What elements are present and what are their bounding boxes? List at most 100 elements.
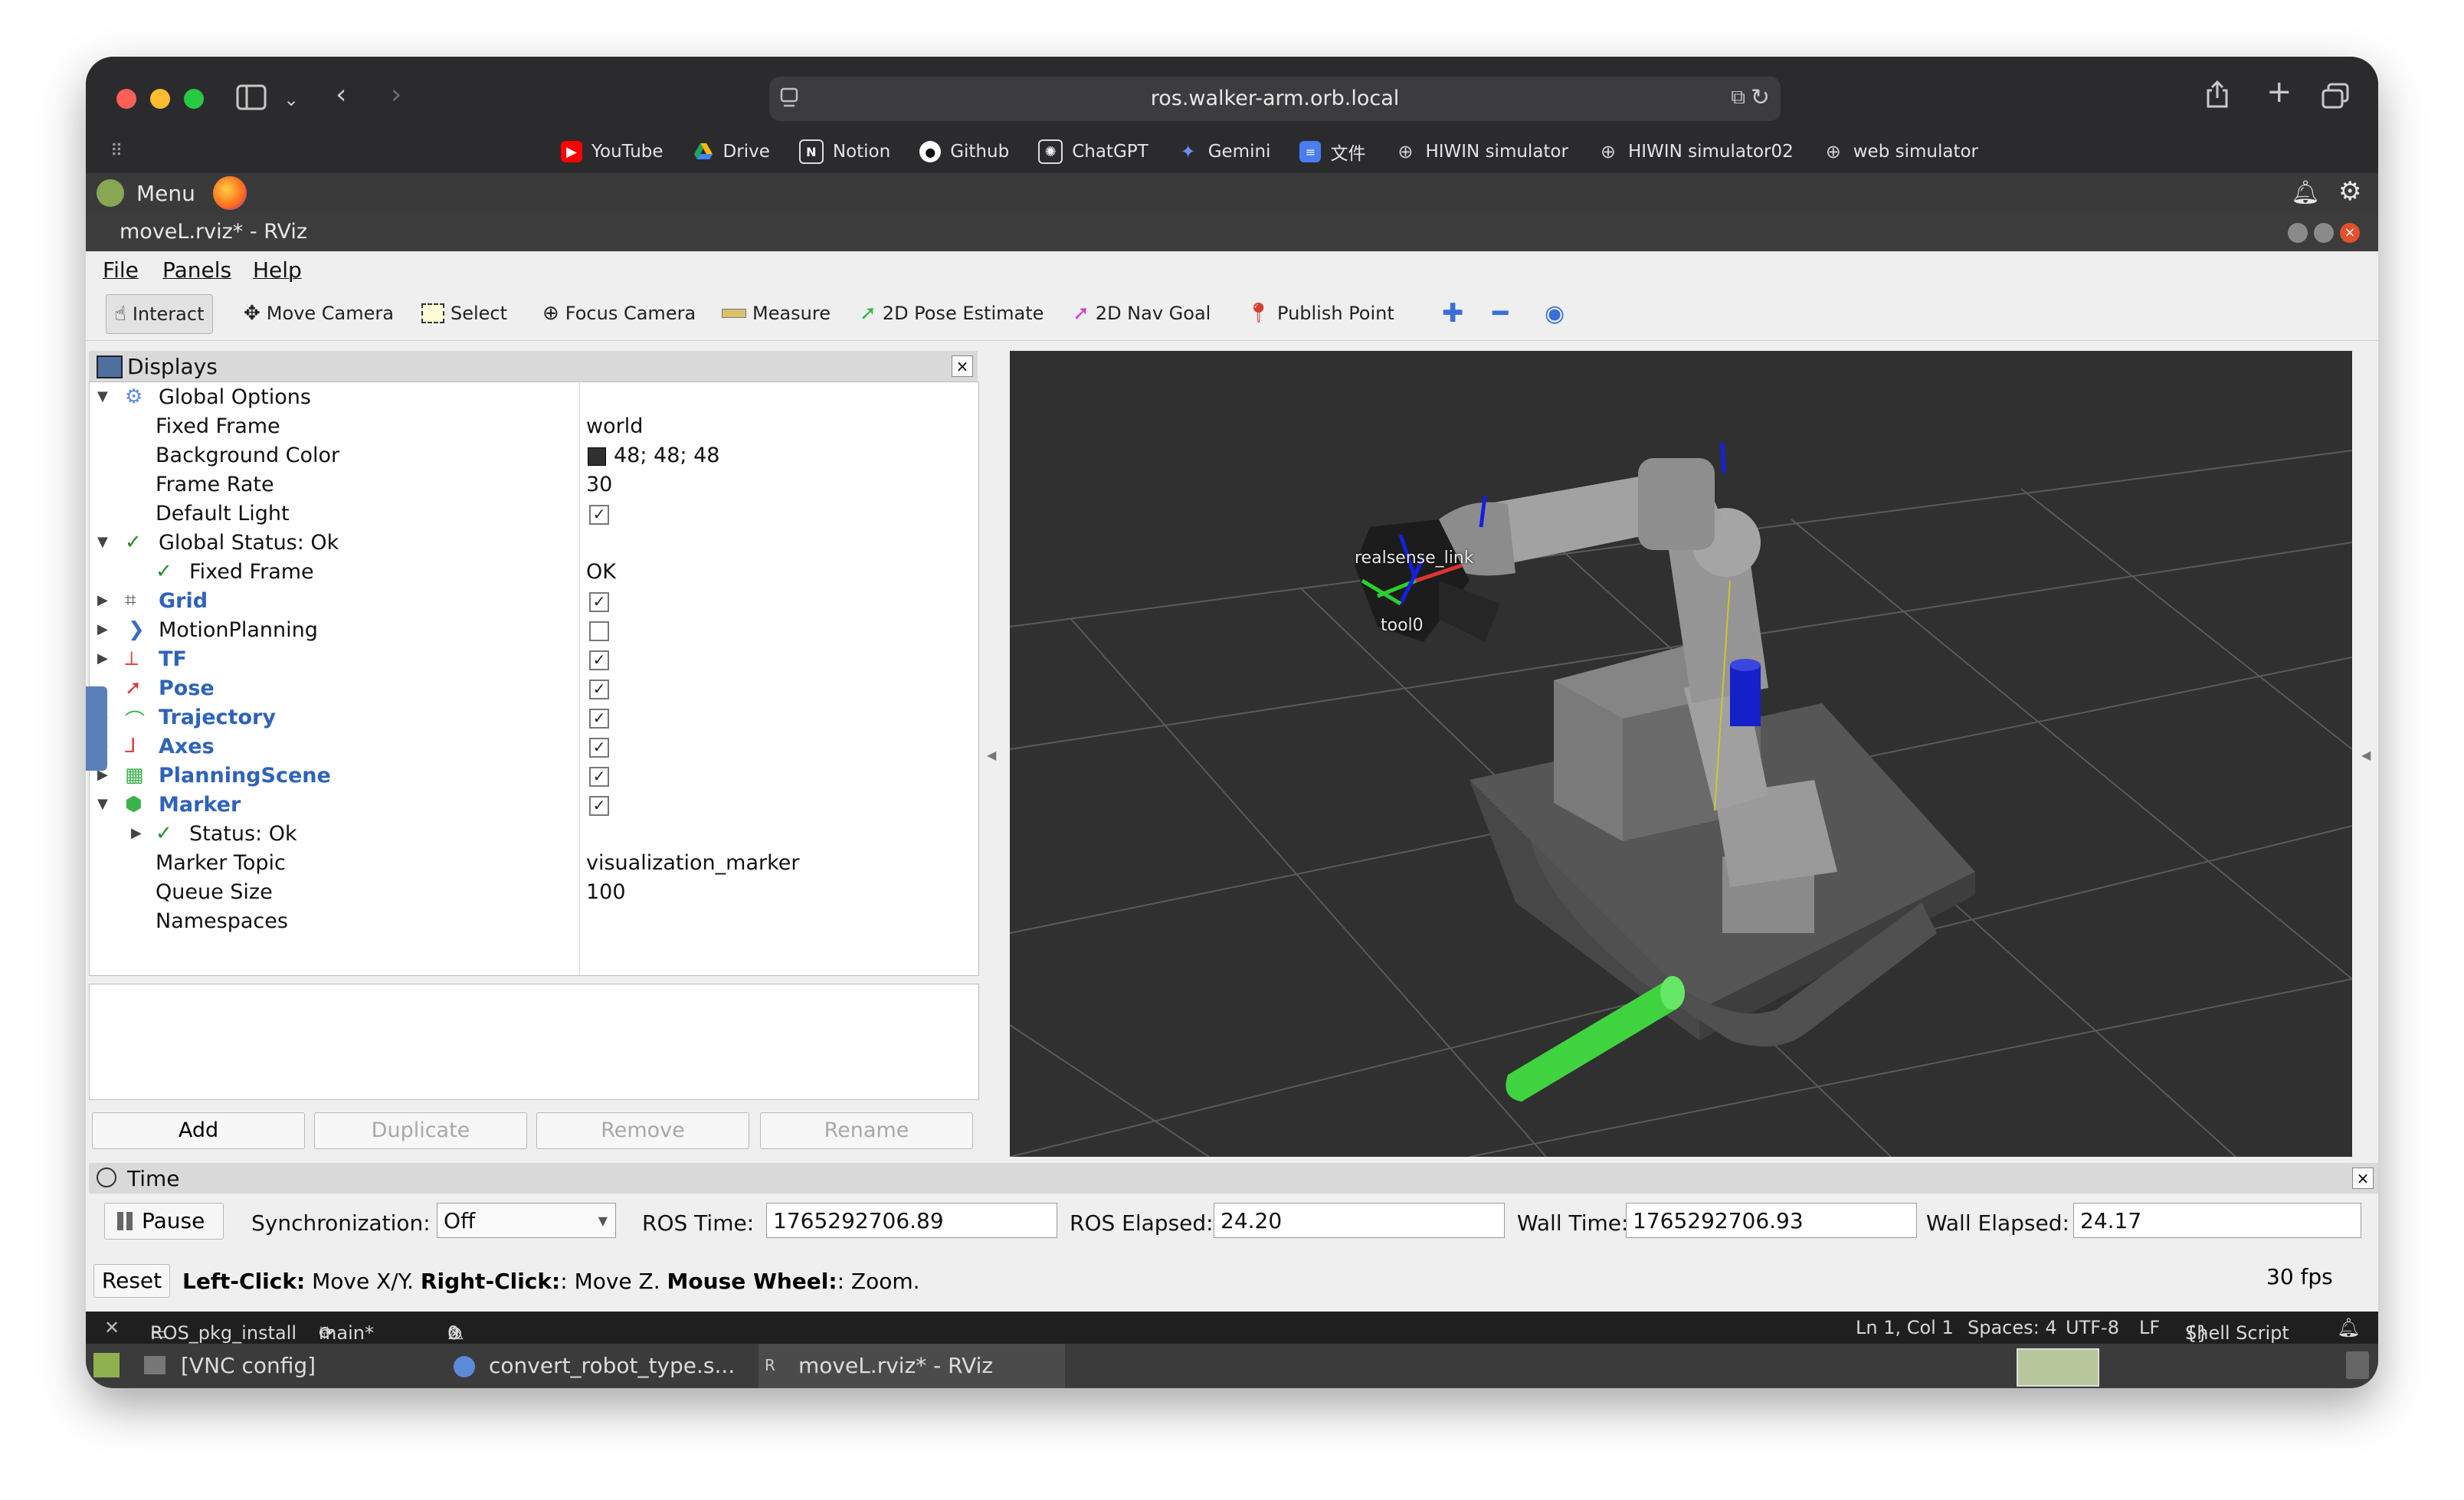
wall-time-field[interactable]: 1765292706.93	[1626, 1203, 1917, 1238]
desktop-menu-label[interactable]: Menu	[136, 181, 195, 206]
tree-value[interactable]: 100	[586, 880, 626, 904]
remove-display-button[interactable]: Remove	[536, 1112, 749, 1149]
bookmark-github[interactable]: ● Github	[919, 141, 1009, 162]
bookmark-docs[interactable]: ≡ 文件	[1299, 139, 1365, 165]
tree-row-grid[interactable]: ▶ ⌗ Grid ✓	[90, 586, 977, 615]
tree-row-trajectory[interactable]: ▶ ⌒ Trajectory ✓	[90, 703, 977, 733]
zoom-window-button[interactable]	[184, 89, 204, 109]
tree-row-axes[interactable]: ▶ ⅃ Axes ✓	[90, 732, 977, 761]
tree-row-marker-status[interactable]: ▶ ✓ Status: Ok	[90, 819, 977, 848]
workspace-switcher[interactable]	[2017, 1348, 2099, 1387]
tree-row-tf[interactable]: ▶ ⟂ TF ✓	[90, 644, 977, 673]
checkbox-planning-scene[interactable]: ✓	[589, 767, 609, 787]
gear-icon[interactable]: ⚙	[2338, 176, 2361, 207]
forward-icon[interactable]: ›	[391, 81, 401, 109]
reload-icon[interactable]: ↻	[1751, 84, 1770, 111]
wall-elapsed-field[interactable]: 24.17	[2073, 1203, 2361, 1238]
taskbar-convert-robot[interactable]: convert_robot_type.s...	[489, 1353, 735, 1378]
collapse-icon[interactable]: ▶	[97, 650, 108, 666]
tree-row-frame-rate[interactable]: Frame Rate 30	[90, 470, 977, 499]
add-tool-button[interactable]: ✚	[1434, 294, 1472, 332]
mint-menu-icon[interactable]	[97, 179, 124, 207]
share-icon[interactable]	[2205, 80, 2230, 114]
bell-icon[interactable]: 🔔︎	[2337, 1317, 2360, 1338]
publish-point-tool[interactable]: 📍︎ Publish Point	[1238, 294, 1402, 332]
close-panel-icon[interactable]: ×	[952, 355, 973, 377]
translate-icon[interactable]: ⧉	[1731, 86, 1745, 110]
add-display-button[interactable]: Add	[92, 1112, 305, 1149]
tree-row-motion-planning[interactable]: ▶ ❯ MotionPlanning	[90, 615, 977, 644]
checkbox-axes[interactable]: ✓	[589, 738, 609, 758]
bookmark-hiwin-simulator[interactable]: ⊕ HIWIN simulator	[1394, 141, 1568, 162]
tree-row-planning-scene[interactable]: ▶ ▦ PlanningScene ✓	[90, 761, 977, 790]
bookmark-gemini[interactable]: ✦ Gemini	[1178, 141, 1271, 162]
close-icon[interactable]: ×	[2340, 223, 2360, 243]
tree-value[interactable]: 30	[586, 473, 612, 496]
tree-row-global-status[interactable]: ▼ ✓ Global Status: Ok	[90, 528, 977, 557]
checkbox-marker[interactable]: ✓	[589, 796, 609, 816]
reset-button[interactable]: Reset	[93, 1264, 170, 1298]
minimize-icon[interactable]	[2288, 223, 2308, 243]
remote-icon[interactable]: ✕	[104, 1317, 120, 1338]
maximize-icon[interactable]	[2314, 223, 2334, 243]
expand-icon[interactable]: ▼	[97, 796, 108, 812]
eol-setting[interactable]: LF	[2139, 1317, 2160, 1338]
splitter-left-arrow-icon[interactable]: ◀	[987, 748, 996, 762]
indent-setting[interactable]: Spaces: 4	[1968, 1317, 2057, 1338]
checkbox-pose[interactable]: ✓	[589, 680, 609, 699]
rename-display-button[interactable]: Rename	[760, 1112, 973, 1149]
checkbox-tf[interactable]: ✓	[589, 650, 609, 670]
checkbox-trajectory[interactable]: ✓	[589, 709, 609, 729]
bookmark-notion[interactable]: N Notion	[798, 139, 890, 164]
tree-row-global-options[interactable]: ▼ ⚙ Global Options	[90, 382, 977, 411]
tree-row-marker-topic[interactable]: Marker Topic visualization_marker	[90, 848, 977, 877]
checkbox-default-light[interactable]: ✓	[589, 505, 609, 525]
show-desktop-icon[interactable]	[93, 1353, 120, 1377]
menu-file[interactable]: File	[103, 257, 139, 283]
collapse-icon[interactable]: ▶	[131, 825, 142, 841]
side-drawer-handle[interactable]	[86, 686, 107, 771]
firefox-icon[interactable]	[213, 176, 247, 210]
tree-row-pose[interactable]: ➚ Pose ✓	[90, 673, 977, 703]
tab-overview-icon[interactable]	[2321, 83, 2349, 114]
close-window-button[interactable]	[116, 89, 136, 109]
tree-value[interactable]: visualization_marker	[586, 851, 799, 875]
bookmark-drive[interactable]: Drive	[693, 141, 770, 162]
pose-estimate-tool[interactable]: ➚ 2D Pose Estimate	[852, 294, 1051, 332]
ros-time-field[interactable]: 1765292706.89	[766, 1203, 1057, 1238]
tree-row-marker[interactable]: ▼ ⬢ Marker ✓	[90, 790, 977, 819]
move-camera-tool[interactable]: ✥ Move Camera	[236, 294, 401, 332]
pause-button[interactable]: Pause	[104, 1203, 224, 1240]
tree-row-queue-size[interactable]: Queue Size 100	[90, 877, 977, 906]
color-swatch[interactable]	[588, 447, 606, 466]
tree-value[interactable]: world	[586, 414, 643, 438]
close-panel-icon[interactable]: ×	[2352, 1168, 2374, 1189]
new-tab-icon[interactable]: +	[2266, 77, 2292, 107]
expand-icon[interactable]: ▼	[97, 388, 108, 404]
tree-row-status-fixed-frame[interactable]: ✓ Fixed Frame OK	[90, 557, 977, 586]
expand-icon[interactable]: ▼	[97, 534, 108, 550]
bell-icon[interactable]: 🔔︎	[2291, 179, 2320, 206]
splitter-right-arrow-icon[interactable]: ◀	[2361, 748, 2371, 762]
measure-tool[interactable]: Measure	[714, 294, 838, 332]
encoding-setting[interactable]: UTF-8	[2066, 1317, 2119, 1338]
tree-row-fixed-frame[interactable]: Fixed Frame world	[90, 411, 977, 441]
tree-row-default-light[interactable]: Default Light ✓	[90, 499, 977, 528]
cursor-position[interactable]: Ln 1, Col 1	[1856, 1317, 1954, 1338]
interact-tool[interactable]: ☝ Interact	[106, 294, 213, 334]
apps-grid-icon[interactable]: ⠿	[110, 138, 123, 165]
bookmark-web-simulator[interactable]: ⊕ web simulator	[1823, 141, 1978, 162]
sync-select[interactable]: Off ▼	[437, 1203, 616, 1238]
tree-value[interactable]: 48; 48; 48	[614, 444, 719, 467]
tree-row-namespaces[interactable]: Namespaces	[90, 906, 977, 935]
3d-viewport[interactable]: realsense_link tool0	[1010, 351, 2352, 1157]
focus-camera-tool[interactable]: ⊕ Focus Camera	[535, 294, 703, 332]
checkbox-motion-planning[interactable]	[589, 621, 609, 641]
checkbox-grid[interactable]: ✓	[589, 592, 609, 612]
menu-panels[interactable]: Panels	[162, 257, 231, 283]
ros-elapsed-field[interactable]: 24.20	[1214, 1203, 1505, 1238]
select-tool[interactable]: Select	[414, 294, 515, 332]
address-bar[interactable]: ros.walker-arm.orb.local ⧉ ↻	[769, 77, 1781, 121]
nav-goal-tool[interactable]: ➚ 2D Nav Goal	[1065, 294, 1218, 332]
remove-tool-button[interactable]: ━	[1485, 294, 1515, 332]
